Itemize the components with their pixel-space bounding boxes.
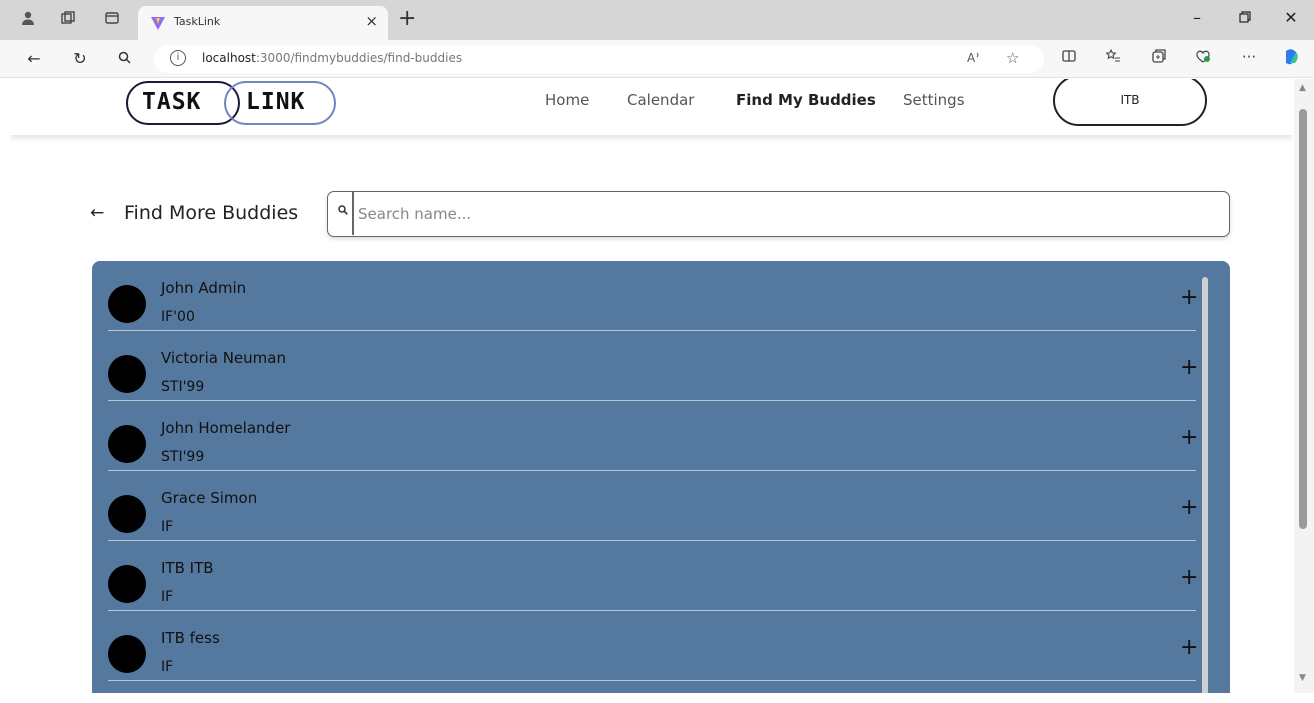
list-item: John Homelander STI'99 + xyxy=(108,401,1198,471)
split-screen-icon[interactable] xyxy=(1058,48,1080,68)
tasklink-logo[interactable]: TASK LINK xyxy=(126,81,338,127)
search-divider xyxy=(352,192,354,235)
tab-title: TaskLink xyxy=(174,15,221,28)
search-input[interactable] xyxy=(358,198,1218,230)
address-bar[interactable]: i localhost:3000/findmybuddies/find-budd… xyxy=(154,45,1044,73)
browser-tab-strip: TaskLink × + – ✕ xyxy=(0,0,1314,40)
browser-tab-tasklink[interactable]: TaskLink × xyxy=(138,6,388,40)
page-scrollbar[interactable]: ▲ ▼ xyxy=(1294,79,1314,693)
refresh-icon[interactable]: ↻ xyxy=(68,47,92,71)
list-item: ITB fess IF + xyxy=(108,611,1198,681)
favorite-star-icon[interactable]: ☆ xyxy=(1006,49,1019,67)
avatar xyxy=(108,565,146,603)
list-item: ITB ITB IF + xyxy=(108,541,1198,611)
new-tab-icon[interactable]: + xyxy=(398,6,416,31)
minimize-icon[interactable]: – xyxy=(1182,8,1212,27)
buddy-name: John Admin xyxy=(161,279,247,297)
avatar xyxy=(108,355,146,393)
buddy-name: Grace Simon xyxy=(161,489,258,507)
collections-icon[interactable] xyxy=(1148,48,1170,68)
nav-calendar[interactable]: Calendar xyxy=(627,91,694,109)
search-icon[interactable] xyxy=(112,47,136,71)
address-url[interactable]: localhost:3000/findmybuddies/find-buddie… xyxy=(202,51,462,65)
buddy-major-year: STI'99 xyxy=(161,379,205,395)
favorites-list-icon[interactable] xyxy=(1102,48,1124,68)
buddy-major-year: IF xyxy=(161,659,174,675)
arrow-left-icon[interactable]: ← xyxy=(90,203,104,223)
add-buddy-icon[interactable]: + xyxy=(1180,565,1198,590)
browser-toolbar: ← ↻ i localhost:3000/findmybuddies/find-… xyxy=(0,40,1314,78)
read-aloud-icon[interactable]: A xyxy=(966,49,982,69)
buddy-major-year: IF xyxy=(161,589,174,605)
avatar xyxy=(108,635,146,673)
buddy-major-year: IF xyxy=(161,519,174,535)
buddy-major-year: IF'00 xyxy=(161,309,195,325)
buddy-name: Victoria Neuman xyxy=(161,349,286,367)
scrollbar-thumb[interactable] xyxy=(1299,109,1307,529)
list-item: Victoria Neuman STI'99 + xyxy=(108,331,1198,401)
nav-find-my-buddies[interactable]: Find My Buddies xyxy=(736,91,876,109)
more-menu-icon[interactable]: ··· xyxy=(1238,48,1260,66)
buddy-list: John Admin IF'00 + Victoria Neuman STI'9… xyxy=(92,261,1230,693)
logo-text-link: LINK xyxy=(246,89,306,115)
avatar xyxy=(108,425,146,463)
list-item: John Admin IF'00 + xyxy=(108,261,1198,331)
buddy-name: John Homelander xyxy=(161,419,291,437)
browser-essentials-icon[interactable] xyxy=(1192,48,1214,68)
buddy-name: ITB fess xyxy=(161,629,220,647)
nav-settings[interactable]: Settings xyxy=(903,91,965,109)
list-scrollbar[interactable] xyxy=(1202,277,1208,693)
svg-text:A: A xyxy=(967,51,976,65)
add-buddy-icon[interactable]: + xyxy=(1180,635,1198,660)
back-nav-icon[interactable]: ← xyxy=(22,47,46,71)
add-buddy-icon[interactable]: + xyxy=(1180,285,1198,310)
add-buddy-icon[interactable]: + xyxy=(1180,355,1198,380)
list-item: Grace Simon IF + xyxy=(108,471,1198,541)
org-button[interactable]: ITB xyxy=(1053,79,1207,126)
copilot-icon[interactable] xyxy=(1280,48,1302,70)
add-buddy-icon[interactable]: + xyxy=(1180,425,1198,450)
workspaces-icon[interactable] xyxy=(58,10,78,30)
page-viewport: TASK LINK Home Calendar Find My Buddies … xyxy=(10,79,1293,693)
search-box xyxy=(327,191,1230,237)
logo-text-task: TASK xyxy=(142,89,202,115)
window-close-icon[interactable]: ✕ xyxy=(1276,8,1306,27)
site-info-icon[interactable]: i xyxy=(170,50,186,66)
nav-home[interactable]: Home xyxy=(545,91,589,109)
buddy-major-year: STI'99 xyxy=(161,449,205,465)
page-title: Find More Buddies xyxy=(124,202,299,224)
vite-favicon-icon xyxy=(150,15,166,31)
add-buddy-icon[interactable]: + xyxy=(1180,495,1198,520)
scroll-down-icon[interactable]: ▼ xyxy=(1299,673,1306,683)
scroll-up-icon[interactable]: ▲ xyxy=(1299,83,1306,93)
search-input-icon xyxy=(334,203,352,223)
avatar xyxy=(108,495,146,533)
restore-icon[interactable] xyxy=(1230,8,1260,27)
avatar xyxy=(108,285,146,323)
app-header: TASK LINK Home Calendar Find My Buddies … xyxy=(10,79,1293,135)
profile-icon[interactable] xyxy=(18,10,38,30)
tab-close-icon[interactable]: × xyxy=(365,12,378,30)
buddy-name: ITB ITB xyxy=(161,559,214,577)
tab-actions-icon[interactable] xyxy=(102,10,122,30)
